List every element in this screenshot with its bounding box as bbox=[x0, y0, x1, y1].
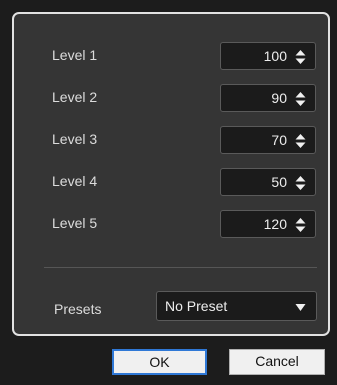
preset-dropdown[interactable]: No Preset bbox=[156, 291, 317, 321]
level-5-stepper[interactable]: 120 bbox=[220, 210, 316, 238]
up-down-arrows-icon[interactable] bbox=[295, 91, 306, 107]
up-down-arrows-icon[interactable] bbox=[295, 175, 306, 191]
up-down-arrows-icon[interactable] bbox=[295, 49, 306, 65]
level-row-2: Level 2 90 bbox=[52, 84, 316, 112]
level-2-label: Level 2 bbox=[52, 89, 98, 105]
triangle-down-icon[interactable] bbox=[295, 303, 306, 312]
presets-label: Presets bbox=[54, 301, 102, 317]
level-row-3: Level 3 70 bbox=[52, 126, 316, 154]
up-down-arrows-icon[interactable] bbox=[295, 217, 306, 233]
level-3-stepper[interactable]: 70 bbox=[220, 126, 316, 154]
cancel-button[interactable]: Cancel bbox=[229, 349, 325, 375]
level-4-value[interactable]: 50 bbox=[271, 174, 287, 190]
level-row-4: Level 4 50 bbox=[52, 168, 316, 196]
level-5-label: Level 5 bbox=[52, 215, 98, 231]
level-1-value[interactable]: 100 bbox=[264, 48, 287, 64]
level-row-5: Level 5 120 bbox=[52, 210, 316, 238]
ok-button[interactable]: OK bbox=[112, 349, 207, 375]
level-row-1: Level 1 100 bbox=[52, 42, 316, 70]
up-down-arrows-icon[interactable] bbox=[295, 133, 306, 149]
section-divider bbox=[44, 267, 317, 268]
level-2-value[interactable]: 90 bbox=[271, 90, 287, 106]
level-2-stepper[interactable]: 90 bbox=[220, 84, 316, 112]
level-4-stepper[interactable]: 50 bbox=[220, 168, 316, 196]
level-4-label: Level 4 bbox=[52, 173, 98, 189]
settings-panel: Level 1 100 Level 2 90 Level 3 70 Level … bbox=[12, 12, 330, 336]
level-1-stepper[interactable]: 100 bbox=[220, 42, 316, 70]
level-1-label: Level 1 bbox=[52, 47, 98, 63]
level-3-label: Level 3 bbox=[52, 131, 98, 147]
preset-selected-value[interactable]: No Preset bbox=[165, 298, 227, 314]
level-5-value[interactable]: 120 bbox=[264, 216, 287, 232]
level-3-value[interactable]: 70 bbox=[271, 132, 287, 148]
